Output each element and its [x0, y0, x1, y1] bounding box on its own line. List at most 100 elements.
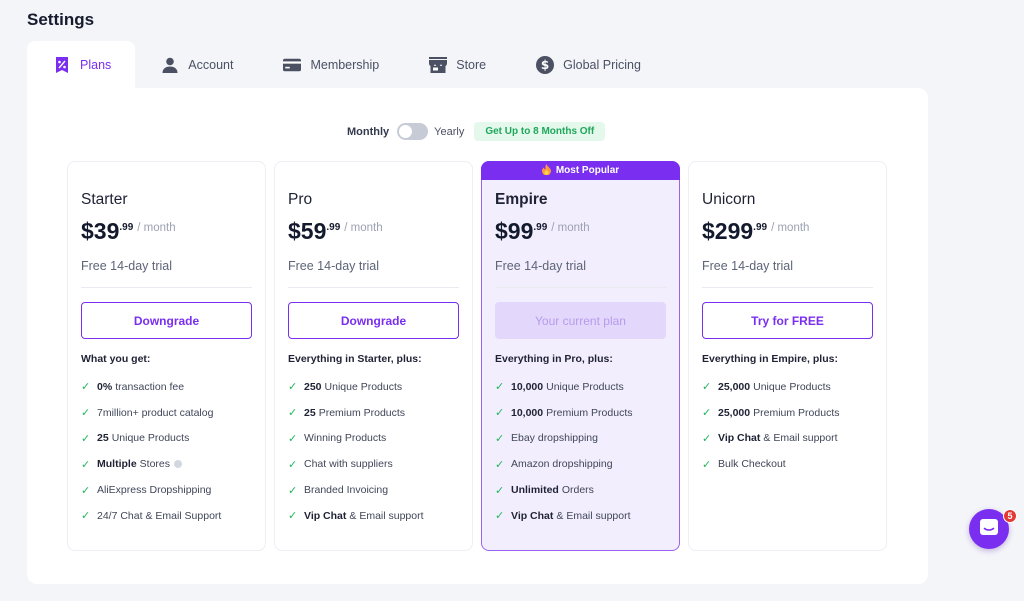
- tab-label: Global Pricing: [563, 57, 641, 72]
- feature-text: transaction fee: [115, 380, 185, 393]
- try-free-button[interactable]: Try for FREE: [702, 302, 873, 339]
- check-icon: ✓: [81, 484, 91, 497]
- feature-item: ✓ 25,000 Premium Products: [702, 400, 873, 426]
- monthly-label: Monthly: [347, 125, 390, 138]
- feature-list: ✓ 10,000 Unique Products ✓ 10,000 Premium Pr…: [495, 374, 666, 529]
- plan-name: Empire: [495, 191, 548, 208]
- price-amount: $59: [288, 218, 327, 244]
- feature-item: ✓ Vip Chat & Email support: [495, 503, 666, 529]
- feature-item: ✓ Amazon dropshipping: [495, 451, 666, 477]
- current-plan-button: Your current plan: [495, 302, 666, 339]
- feature-bold: Unlimited: [511, 484, 559, 497]
- feature-item: ✓ Vip Chat & Email support: [702, 426, 873, 452]
- tab-plans[interactable]: Plans: [27, 41, 136, 88]
- billing-toggle[interactable]: [397, 123, 429, 140]
- feature-text: Ebay dropshipping: [511, 432, 598, 445]
- feature-item: ✓ 250 Unique Products: [288, 374, 459, 400]
- check-icon: ✓: [81, 407, 91, 420]
- check-icon: ✓: [495, 432, 505, 445]
- feature-text: Bulk Checkout: [718, 458, 786, 471]
- feature-item: ✓ Vip Chat & Email support: [288, 503, 459, 529]
- check-icon: ✓: [702, 458, 712, 471]
- tab-membership[interactable]: Membership: [257, 41, 403, 88]
- feature-item: ✓ Chat with suppliers: [288, 451, 459, 477]
- feature-bold: 25: [304, 406, 316, 419]
- feature-bold: Vip Chat: [718, 432, 761, 445]
- feature-text: 24/7 Chat & Email Support: [97, 509, 222, 522]
- trial-text: Free 14-day trial: [702, 259, 873, 288]
- most-popular-ribbon: Most Popular: [481, 161, 680, 180]
- check-icon: ✓: [495, 510, 505, 523]
- features-heading: Everything in Empire, plus:: [702, 353, 838, 365]
- feature-item: ✓ 25,000 Unique Products: [702, 374, 873, 400]
- feature-bold: 10,000: [511, 380, 544, 393]
- tab-label: Membership: [310, 57, 380, 72]
- features-heading: Everything in Starter, plus:: [288, 353, 422, 365]
- plan-name: Pro: [288, 191, 313, 208]
- plan-card-pro: Pro $59 .99 / month Free 14-day trial Do…: [274, 161, 473, 551]
- check-icon: ✓: [81, 381, 91, 394]
- flame-icon: [541, 163, 551, 178]
- storefront-icon: [429, 56, 448, 74]
- feature-bold: 0%: [97, 380, 113, 393]
- feature-bold: 10,000: [511, 406, 544, 419]
- tab-account[interactable]: Account: [135, 41, 257, 88]
- plan-name: Starter: [81, 191, 128, 208]
- feature-list: ✓ 25,000 Unique Products ✓ 25,000 Premium Pr…: [702, 374, 873, 477]
- price-period: / month: [137, 222, 176, 234]
- check-icon: ✓: [288, 432, 298, 445]
- feature-bold: Vip Chat: [511, 509, 554, 522]
- feature-text: & Email support: [763, 432, 838, 445]
- feature-item: ✓ Branded Invoicing: [288, 477, 459, 503]
- check-icon: ✓: [288, 407, 298, 420]
- feature-item: ✓ 25 Unique Products: [81, 426, 252, 452]
- check-icon: ✓: [81, 510, 91, 523]
- feature-text: & Email support: [349, 509, 424, 522]
- check-icon: ✓: [702, 407, 712, 420]
- svg-text:$: $: [541, 58, 549, 72]
- plan-price: $99 .99 / month: [495, 219, 666, 243]
- feature-bold: 25,000: [718, 406, 751, 419]
- feature-item: ✓ 25 Premium Products: [288, 400, 459, 426]
- feature-text: Branded Invoicing: [304, 484, 389, 497]
- feature-text: Winning Products: [304, 432, 387, 445]
- price-amount: $39: [81, 218, 120, 244]
- check-icon: ✓: [288, 458, 298, 471]
- check-icon: ✓: [81, 458, 91, 471]
- price-cents: .99: [326, 222, 341, 233]
- tab-label: Account: [188, 57, 234, 72]
- feature-item: ✓ 0% transaction fee: [81, 374, 252, 400]
- settings-tabs: Plans Account Membership Store $ Global …: [27, 41, 665, 88]
- feature-text: Unique Products: [111, 432, 190, 445]
- feature-bold: 25,000: [718, 380, 751, 393]
- tab-global-pricing[interactable]: $ Global Pricing: [510, 41, 665, 88]
- info-icon[interactable]: [174, 460, 183, 469]
- feature-text: & Email support: [556, 509, 631, 522]
- features-heading: Everything in Pro, plus:: [495, 353, 613, 365]
- downgrade-button[interactable]: Downgrade: [288, 302, 459, 339]
- price-cents: .99: [533, 222, 548, 233]
- feature-item: ✓ 10,000 Unique Products: [495, 374, 666, 400]
- plan-price: $39 .99 / month: [81, 219, 252, 243]
- feature-text: Premium Products: [318, 406, 406, 419]
- price-period: / month: [344, 222, 383, 234]
- feature-text: 7million+ product catalog: [97, 406, 214, 419]
- check-icon: ✓: [702, 381, 712, 394]
- feature-text: Unique Products: [324, 380, 403, 393]
- price-period: / month: [771, 222, 810, 234]
- feature-text: Stores: [139, 458, 171, 471]
- feature-bold: Multiple: [97, 458, 137, 471]
- billing-period-switch: Monthly Yearly Get Up to 8 Months Off: [347, 122, 606, 141]
- tab-store[interactable]: Store: [403, 41, 510, 88]
- trial-text: Free 14-day trial: [495, 259, 666, 288]
- percent-tag-icon: [53, 56, 71, 74]
- plan-card-starter: Starter $39 .99 / month Free 14-day tria…: [67, 161, 266, 551]
- feature-item: ✓ 10,000 Premium Products: [495, 400, 666, 426]
- downgrade-button[interactable]: Downgrade: [81, 302, 252, 339]
- check-icon: ✓: [702, 432, 712, 445]
- trial-text: Free 14-day trial: [288, 259, 459, 288]
- feature-item: ✓ Bulk Checkout: [702, 451, 873, 477]
- feature-text: Unique Products: [546, 380, 624, 393]
- plans-panel: Monthly Yearly Get Up to 8 Months Off St…: [27, 88, 928, 584]
- dollar-circle-icon: $: [536, 55, 555, 74]
